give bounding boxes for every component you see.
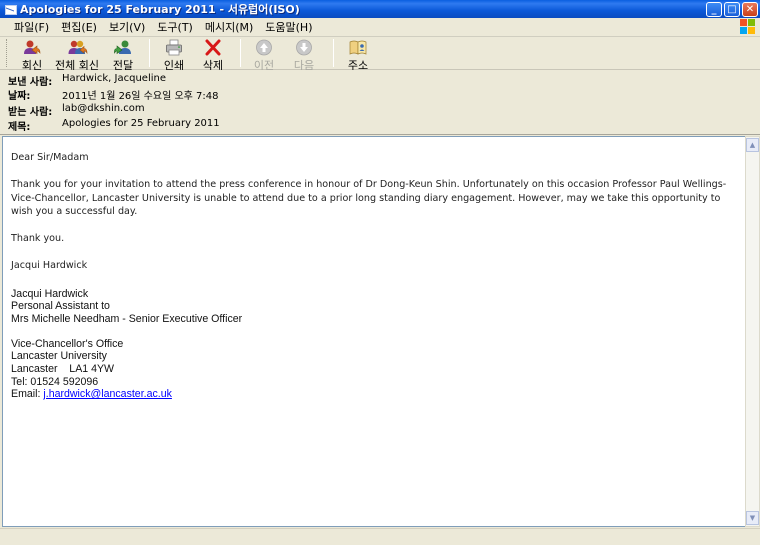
delete-button[interactable]: 삭제 (192, 37, 234, 72)
body-paragraph: Thank you for your invitation to attend … (11, 179, 727, 217)
message-body[interactable]: Dear Sir/Madam Thank you for your invita… (2, 136, 746, 527)
menu-file[interactable]: 파일(F) (8, 19, 55, 36)
message-header: 보낸 사람: Hardwick, Jacqueline 날짜: 2011년 1월… (0, 70, 760, 135)
menu-bar: 파일(F) 편집(E) 보기(V) 도구(T) 메시지(M) 도움말(H) (0, 18, 760, 37)
print-icon (165, 39, 183, 56)
to-row: 받는 사람: lab@dkshin.com (0, 103, 760, 118)
close-button[interactable]: ✕ (742, 1, 758, 17)
next-button[interactable]: 다음 (281, 37, 327, 72)
signature-name: Jacqui Hardwick (11, 287, 89, 300)
to-value[interactable]: lab@dkshin.com (62, 103, 145, 114)
signature-block: Jacqui Hardwick Personal Assistant to Mr… (11, 288, 738, 401)
reply-all-button[interactable]: 전체 회신 (51, 37, 103, 72)
subject-label: 제목: (8, 122, 31, 133)
menu-help[interactable]: 도움말(H) (259, 19, 318, 36)
date-value: 2011년 1월 26일 수요일 오후 7:48 (62, 91, 219, 102)
maximize-button[interactable]: □ (724, 1, 740, 17)
menu-tools[interactable]: 도구(T) (151, 19, 199, 36)
address-book-button[interactable]: 주소 (340, 37, 376, 72)
signature-boss: Mrs Michelle Needham - Senior Executive … (11, 312, 243, 325)
date-label: 날짜: (8, 91, 31, 102)
forward-button[interactable]: 전달 (103, 37, 143, 72)
status-bar (0, 528, 760, 545)
thanks-line: Thank you. (11, 233, 65, 244)
subject-value: Apologies for 25 February 2011 (62, 118, 220, 129)
signature-person: Jacqui Hardwick Personal Assistant to Mr… (11, 288, 738, 326)
menu-message[interactable]: 메시지(M) (199, 19, 259, 36)
scroll-up-icon[interactable]: ▲ (746, 138, 759, 152)
reply-icon (23, 39, 41, 56)
signature-role: Personal Assistant to (11, 300, 110, 313)
signoff-line: Jacqui Hardwick (11, 260, 88, 271)
signature-address: Vice-Chancellor's Office Lancaster Unive… (11, 338, 738, 401)
scroll-down-icon[interactable]: ▼ (746, 511, 759, 525)
next-icon (295, 39, 313, 56)
print-button[interactable]: 인쇄 (156, 37, 192, 72)
menu-view[interactable]: 보기(V) (103, 19, 151, 36)
message-envelope-icon (4, 3, 17, 15)
signature-office: Vice-Chancellor's Office (11, 337, 124, 350)
window-title: Apologies for 25 February 2011 - 서유럽어(IS… (20, 3, 300, 16)
greeting: Dear Sir/Madam (11, 152, 89, 163)
from-value[interactable]: Hardwick, Jacqueline (62, 73, 166, 84)
menu-edit[interactable]: 편집(E) (55, 19, 103, 36)
signature-tel: Tel: 01524 592096 (11, 375, 99, 388)
from-row: 보낸 사람: Hardwick, Jacqueline (0, 73, 760, 88)
to-label: 받는 사람: (8, 107, 53, 118)
vertical-scrollbar[interactable]: ▲ ▼ (745, 136, 760, 527)
signature-email-row: Email: j.hardwick@lancaster.ac.uk (11, 388, 738, 401)
from-label: 보낸 사람: (8, 77, 53, 88)
title-bar: Apologies for 25 February 2011 - 서유럽어(IS… (0, 0, 760, 18)
toolbar-separator (240, 39, 241, 67)
toolbar-separator (149, 39, 150, 67)
signature-university: Lancaster University (11, 350, 107, 363)
email-label: Email: (11, 388, 44, 401)
address-book-icon (349, 39, 367, 56)
toolbar: 회신 전체 회신 전달 인쇄 삭제 이전 다음 주소 (0, 37, 760, 72)
signature-postal: Lancaster LA1 4YW (11, 363, 115, 376)
reply-button[interactable]: 회신 (13, 37, 51, 72)
date-row: 날짜: 2011년 1월 26일 수요일 오후 7:48 (0, 87, 760, 102)
previous-icon (255, 39, 273, 56)
toolbar-grip[interactable] (6, 39, 9, 67)
minimize-button[interactable]: _ (706, 1, 722, 17)
message-text: Dear Sir/Madam Thank you for your invita… (11, 151, 738, 273)
delete-icon (204, 39, 222, 56)
subject-row: 제목: Apologies for 25 February 2011 (0, 118, 760, 133)
previous-button[interactable]: 이전 (247, 37, 281, 72)
email-link[interactable]: j.hardwick@lancaster.ac.uk (43, 388, 172, 400)
reply-all-icon (68, 39, 88, 56)
forward-icon (114, 39, 132, 56)
toolbar-separator (333, 39, 334, 67)
windows-logo-icon (740, 19, 756, 35)
